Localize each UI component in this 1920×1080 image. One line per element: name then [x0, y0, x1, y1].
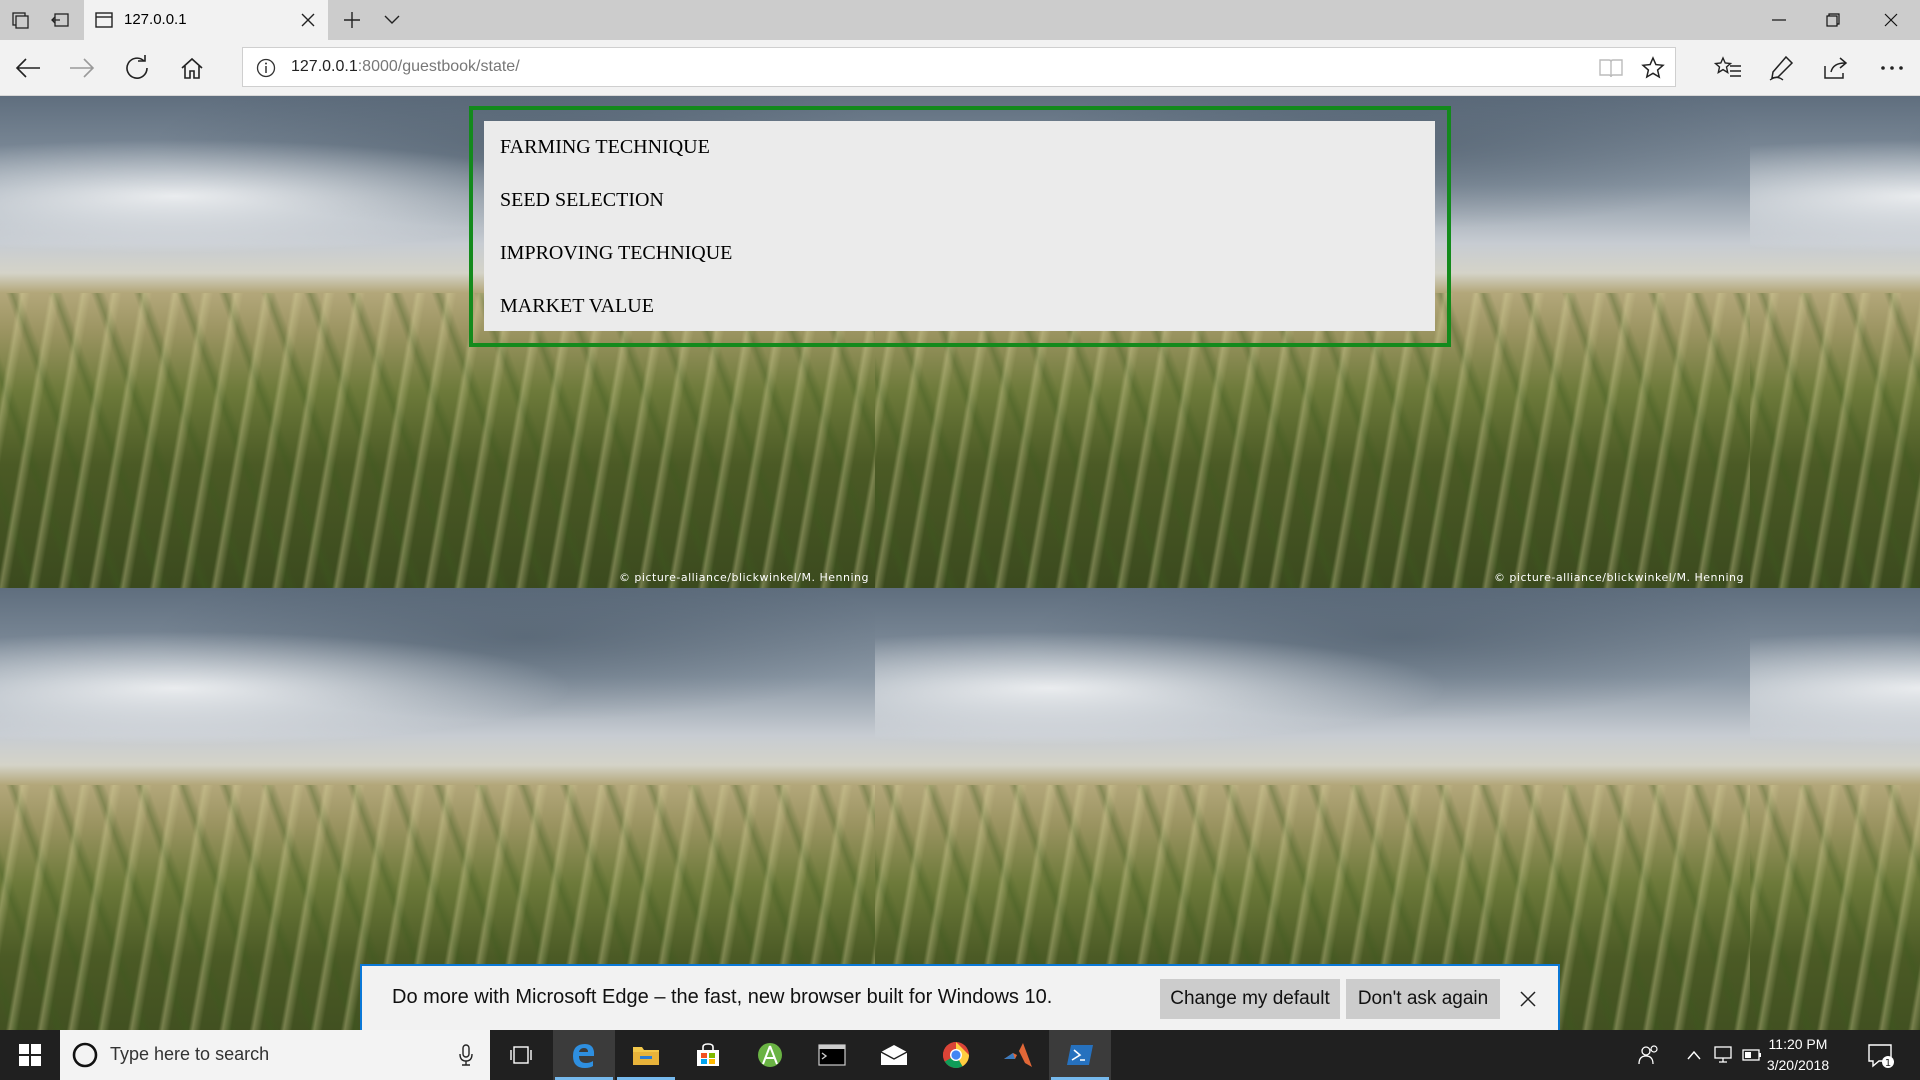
favorite-star-icon[interactable] — [1640, 55, 1666, 81]
photo-credit: © picture-alliance/blickwinkel/M. Hennin… — [1493, 571, 1744, 584]
chevron-up-icon[interactable] — [1682, 1043, 1706, 1067]
more-options-icon[interactable] — [1876, 52, 1908, 84]
powershell-icon[interactable] — [1049, 1030, 1111, 1080]
android-studio-icon[interactable] — [739, 1030, 801, 1080]
cortana-icon — [72, 1042, 98, 1068]
back-arrow-icon[interactable] — [12, 52, 44, 84]
restore-icon[interactable] — [1806, 0, 1860, 40]
favorites-hub-icon[interactable] — [1712, 52, 1744, 84]
url-text[interactable]: 127.0.0.1:8000/guestbook/state/ — [291, 58, 520, 76]
task-view-icon[interactable] — [490, 1030, 552, 1080]
info-icon[interactable] — [255, 57, 277, 79]
close-icon[interactable] — [1514, 985, 1542, 1013]
new-tab-icon[interactable] — [340, 8, 364, 32]
change-default-button[interactable]: Change my default — [1160, 979, 1340, 1019]
refresh-icon[interactable] — [121, 52, 153, 84]
set-tabs-aside-icon[interactable] — [48, 8, 72, 32]
people-icon[interactable] — [1637, 1043, 1661, 1067]
forward-arrow-icon[interactable] — [66, 52, 98, 84]
command-prompt-icon[interactable] — [801, 1030, 863, 1080]
page-content: © picture-alliance/blickwinkel/M. Hennin… — [0, 96, 1920, 1030]
address-bar[interactable]: 127.0.0.1:8000/guestbook/state/ — [242, 47, 1676, 87]
page-icon — [92, 8, 116, 32]
share-icon[interactable] — [1820, 52, 1852, 84]
title-bar: 127.0.0.1 — [0, 0, 1920, 40]
notification-message: Do more with Microsoft Edge – the fast, … — [392, 986, 1053, 1008]
web-note-pen-icon[interactable] — [1766, 52, 1798, 84]
menu-item-seed-selection[interactable]: SEED SELECTION — [500, 189, 664, 212]
chrome-icon[interactable] — [925, 1030, 987, 1080]
close-tab-icon[interactable] — [296, 8, 320, 32]
clock-time: 11:20 PM — [1768, 1036, 1828, 1052]
menu-item-improving-technique[interactable]: IMPROVING TECHNIQUE — [500, 242, 732, 265]
taskbar: Type here to search 11:20 PM 3/20/2018 1 — [0, 1030, 1920, 1080]
tab-title: 127.0.0.1 — [124, 11, 187, 28]
navigation-bar: 127.0.0.1:8000/guestbook/state/ — [0, 40, 1920, 96]
minimize-icon[interactable] — [1752, 0, 1806, 40]
photo-credit: © picture-alliance/blickwinkel/M. Hennin… — [618, 571, 869, 584]
menu-item-market-value[interactable]: MARKET VALUE — [500, 295, 654, 318]
system-clock[interactable]: 11:20 PM 3/20/2018 — [1758, 1034, 1838, 1076]
network-icon[interactable] — [1712, 1043, 1736, 1067]
clock-date: 3/20/2018 — [1766, 1057, 1830, 1073]
edge-default-browser-notification: Do more with Microsoft Edge – the fast, … — [360, 964, 1560, 1030]
matlab-icon[interactable] — [987, 1030, 1049, 1080]
tabs-aside-icon[interactable] — [8, 8, 32, 32]
close-window-icon[interactable] — [1864, 0, 1918, 40]
menu-item-farming-technique[interactable]: FARMING TECHNIQUE — [500, 136, 710, 159]
url-host: 127.0.0.1 — [291, 58, 358, 75]
search-placeholder: Type here to search — [110, 1044, 270, 1064]
notification-count: 1 — [1885, 1058, 1891, 1069]
dont-ask-again-button[interactable]: Don't ask again — [1346, 979, 1500, 1019]
wheat-field-image — [1750, 588, 1920, 1030]
mail-icon[interactable] — [863, 1030, 925, 1080]
microphone-icon[interactable] — [454, 1042, 478, 1068]
windows-start-icon[interactable] — [0, 1030, 60, 1080]
navigation-menu: FARMING TECHNIQUE SEED SELECTION IMPROVI… — [484, 121, 1435, 331]
reading-view-icon[interactable] — [1598, 55, 1624, 81]
chevron-down-icon[interactable] — [380, 8, 404, 32]
action-center-icon[interactable]: 1 — [1866, 1042, 1896, 1070]
home-icon[interactable] — [176, 52, 208, 84]
tab-active[interactable]: 127.0.0.1 — [84, 0, 328, 40]
store-icon[interactable] — [677, 1030, 739, 1080]
edge-app-icon[interactable] — [553, 1030, 615, 1080]
wheat-field-image — [1750, 96, 1920, 588]
file-explorer-icon[interactable] — [615, 1030, 677, 1080]
taskbar-search-box[interactable]: Type here to search — [60, 1030, 490, 1080]
url-path: :8000/guestbook/state/ — [357, 58, 520, 75]
